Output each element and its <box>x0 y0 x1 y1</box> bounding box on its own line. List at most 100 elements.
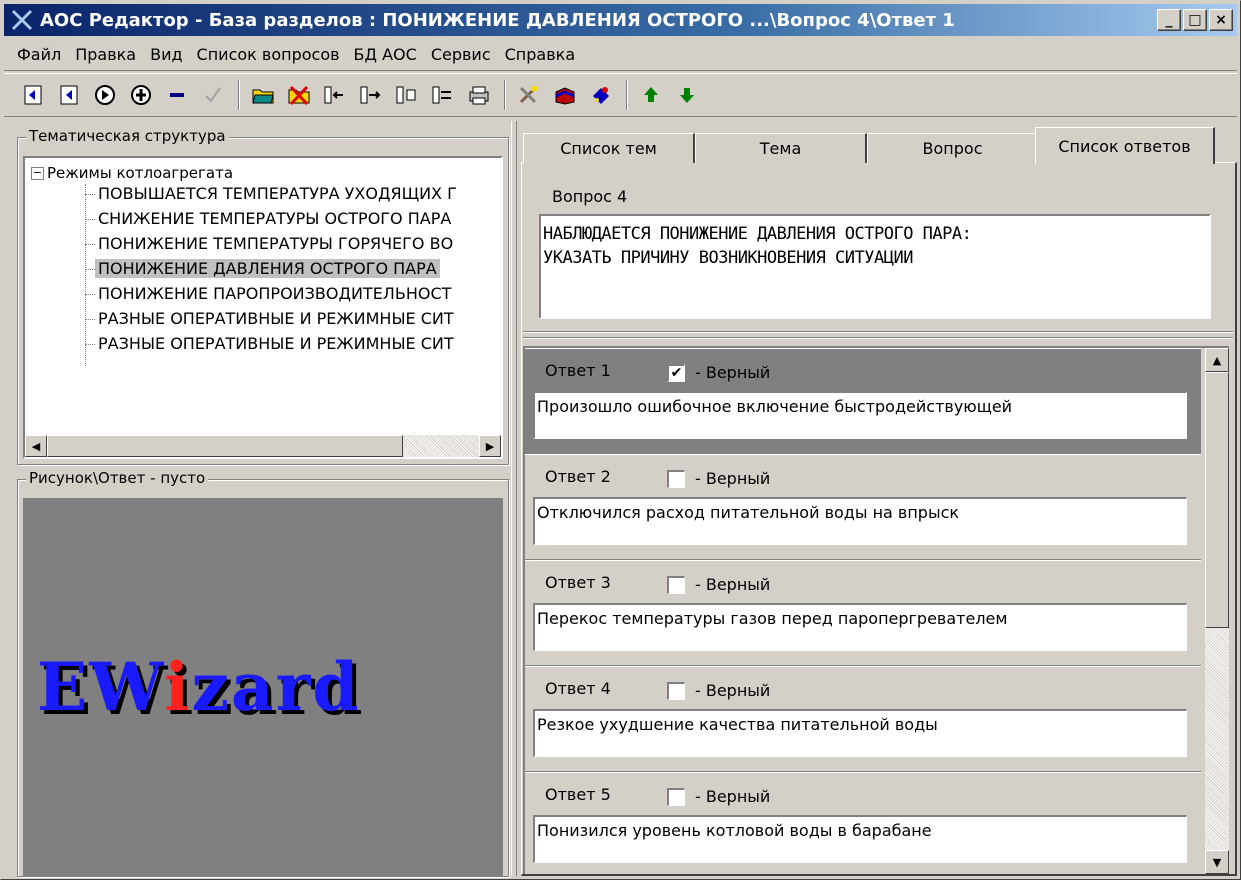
menu-edit[interactable]: Правка <box>68 45 143 64</box>
arrow-up-icon[interactable] <box>636 80 666 110</box>
toolbar <box>4 73 1237 117</box>
scroll-right-icon[interactable]: ▶ <box>479 435 501 457</box>
answer-item-2[interactable]: Ответ 2 - Верный Отключился расход питат… <box>525 454 1201 560</box>
delete-icon[interactable] <box>162 80 192 110</box>
question-text-field[interactable]: НАБЛЮДАЕТСЯ ПОНИЖЕНИЕ ДАВЛЕНИЯ ОСТРОГО П… <box>539 214 1211 319</box>
tab-strip: Список тем Тема Вопрос Список ответов <box>523 127 1223 164</box>
minimize-button[interactable]: _ <box>1157 9 1181 31</box>
nav-next-icon[interactable] <box>90 80 120 110</box>
correct-label: - Верный <box>695 363 771 382</box>
answer-text-field[interactable]: Произошло ошибочное включение быстродейс… <box>533 391 1187 439</box>
arrow-down-icon[interactable] <box>672 80 702 110</box>
title-bar[interactable]: АОС Редактор - База разделов : ПОНИЖЕНИЕ… <box>4 4 1237 36</box>
app-window: АОС Редактор - База разделов : ПОНИЖЕНИЕ… <box>0 0 1241 880</box>
tab-question[interactable]: Вопрос <box>867 133 1039 163</box>
tree-groupbox-label: Тематическая структура <box>26 127 229 145</box>
logo-accent: i <box>164 648 192 726</box>
answer-label: Ответ 3 <box>545 573 611 592</box>
tree-item[interactable]: ПОНИЖЕНИЕ ТЕМПЕРАТУРЫ ГОРЯЧЕГО ВО <box>95 234 456 253</box>
tree-item[interactable]: ПОВЫШАЕТСЯ ТЕМПЕРАТУРА УХОДЯЩИХ Г <box>95 184 460 203</box>
answer-item-4[interactable]: Ответ 4 - Верный Резкое ухудшение качест… <box>525 666 1201 772</box>
move-right-icon[interactable] <box>356 80 386 110</box>
book-icon[interactable] <box>550 80 580 110</box>
collapse-icon[interactable]: − <box>31 166 44 180</box>
ewizard-logo: EWizard <box>37 648 361 726</box>
answer-text-field[interactable]: Перекос температуры газов перед пароперг… <box>533 603 1187 651</box>
correct-checkbox[interactable] <box>667 576 685 594</box>
scroll-thumb[interactable] <box>47 435 403 457</box>
tools-icon[interactable] <box>514 80 544 110</box>
checkmark-icon: ✔ <box>670 365 683 381</box>
picture-panel: EWizard <box>23 498 503 876</box>
scroll-track[interactable] <box>1205 628 1229 850</box>
answer-label: Ответ 2 <box>545 467 611 486</box>
answers-vertical-scrollbar[interactable]: ▲ ▼ <box>1205 348 1229 874</box>
correct-label: - Верный <box>695 681 771 700</box>
correct-checkbox[interactable] <box>667 682 685 700</box>
close-icon: × <box>1215 12 1227 28</box>
open-folder-icon[interactable] <box>248 80 278 110</box>
toolbar-separator <box>504 80 506 110</box>
tree-item[interactable]: РАЗНЫЕ ОПЕРАТИВНЫЕ И РЕЖИМНЫЕ СИТ <box>95 334 457 353</box>
maximize-button[interactable]: □ <box>1183 9 1207 31</box>
nav-last-icon[interactable] <box>126 80 156 110</box>
menu-help[interactable]: Справка <box>498 45 583 64</box>
tree-root[interactable]: − Режимы котлоагрегата <box>31 164 233 182</box>
question-line-2: УКАЗАТЬ ПРИЧИНУ ВОЗНИКНОВЕНИЯ СИТУАЦИИ <box>543 248 913 268</box>
tree-root-label: Режимы котлоагрегата <box>47 164 234 182</box>
question-line-1: НАБЛЮДАЕТСЯ ПОНИЖЕНИЕ ДАВЛЕНИЯ ОСТРОГО П… <box>543 224 972 244</box>
nav-first-icon[interactable] <box>18 80 48 110</box>
correct-label: - Верный <box>695 787 771 806</box>
tree-connector <box>85 194 95 195</box>
menu-db-aos[interactable]: БД АОС <box>347 45 424 64</box>
tree-item[interactable]: СНИЖЕНИЕ ТЕМПЕРАТУРЫ ОСТРОГО ПАРА <box>95 209 454 228</box>
answer-item-3[interactable]: Ответ 3 - Верный Перекос температуры газ… <box>525 560 1201 666</box>
delete-record-icon[interactable] <box>284 80 314 110</box>
menu-bar: Файл Правка Вид Список вопросов БД АОС С… <box>4 39 1237 71</box>
tab-topic[interactable]: Тема <box>695 133 867 163</box>
tab-topics-list[interactable]: Список тем <box>523 133 695 163</box>
scroll-left-icon[interactable]: ◀ <box>25 435 47 457</box>
scroll-thumb[interactable] <box>1205 372 1229 628</box>
scroll-track[interactable] <box>403 435 479 457</box>
tree-item-selected[interactable]: ПОНИЖЕНИЕ ДАВЛЕНИЯ ОСТРОГО ПАРА <box>95 259 440 278</box>
tree-horizontal-scrollbar[interactable]: ◀ ▶ <box>25 435 501 457</box>
close-button[interactable]: × <box>1209 9 1233 31</box>
menu-file[interactable]: Файл <box>10 45 68 64</box>
tree-connector <box>85 219 95 220</box>
tree-item[interactable]: РАЗНЫЕ ОПЕРАТИВНЫЕ И РЕЖИМНЫЕ СИТ <box>95 309 457 328</box>
correct-checkbox[interactable] <box>667 470 685 488</box>
scroll-down-icon[interactable]: ▼ <box>1205 850 1229 874</box>
correct-checkbox[interactable]: ✔ <box>667 364 685 382</box>
tree-connector <box>85 244 95 245</box>
answer-text-field[interactable]: Резкое ухудшение качества питательной во… <box>533 709 1187 757</box>
branch-icon[interactable] <box>392 80 422 110</box>
menu-questions-list[interactable]: Список вопросов <box>190 45 347 64</box>
tree-item[interactable]: ПОНИЖЕНИЕ ПАРОПРОИЗВОДИТЕЛЬНОСТ <box>95 284 454 303</box>
answer-text-field[interactable]: Отключился расход питательной воды на вп… <box>533 497 1187 545</box>
thematic-tree[interactable]: − Режимы котлоагрегата ПОВЫШАЕТСЯ ТЕМПЕР… <box>23 156 503 459</box>
apply-check-icon[interactable] <box>198 80 228 110</box>
correct-label: - Верный <box>695 575 771 594</box>
picture-groupbox-label: Рисунок\Ответ - пусто <box>26 469 209 487</box>
answer-text-field[interactable]: Понизился уровень котловой воды в бараба… <box>533 815 1187 863</box>
print-icon[interactable] <box>464 80 494 110</box>
vertical-splitter[interactable] <box>511 121 517 876</box>
move-left-icon[interactable] <box>320 80 350 110</box>
stars-icon[interactable] <box>586 80 616 110</box>
horizontal-splitter[interactable] <box>523 331 1233 339</box>
toolbar-separator <box>626 80 628 110</box>
merge-icon[interactable] <box>428 80 458 110</box>
correct-checkbox[interactable] <box>667 788 685 806</box>
menu-view[interactable]: Вид <box>143 45 189 64</box>
tree-connector <box>85 184 86 366</box>
tab-answers-list[interactable]: Список ответов <box>1035 127 1215 164</box>
app-icon <box>8 6 36 34</box>
toolbar-separator <box>238 80 240 110</box>
answer-item-5[interactable]: Ответ 5 - Верный Понизился уровень котло… <box>525 772 1201 874</box>
nav-prev-icon[interactable] <box>54 80 84 110</box>
menu-service[interactable]: Сервис <box>424 45 498 64</box>
answer-item-1[interactable]: Ответ 1 ✔ - Верный Произошло ошибочное в… <box>525 348 1201 454</box>
scroll-up-icon[interactable]: ▲ <box>1205 348 1229 372</box>
answers-list: Ответ 1 ✔ - Верный Произошло ошибочное в… <box>523 346 1229 874</box>
